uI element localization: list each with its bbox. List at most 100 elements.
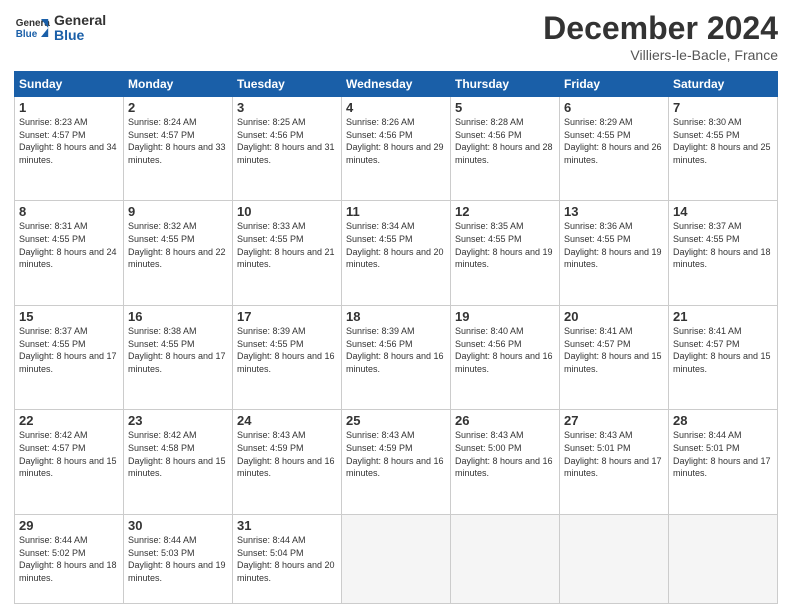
day-number: 1 (19, 100, 119, 115)
calendar-cell: 5 Sunrise: 8:28 AM Sunset: 4:56 PM Dayli… (451, 97, 560, 201)
day-number: 20 (564, 309, 664, 324)
day-info: Sunrise: 8:42 AM Sunset: 4:57 PM Dayligh… (19, 429, 119, 479)
calendar-cell: 26 Sunrise: 8:43 AM Sunset: 5:00 PM Dayl… (451, 410, 560, 514)
month-title: December 2024 (543, 10, 778, 47)
day-number: 28 (673, 413, 773, 428)
calendar-cell (560, 514, 669, 603)
logo: General Blue General Blue (14, 10, 106, 46)
calendar-cell: 13 Sunrise: 8:36 AM Sunset: 4:55 PM Dayl… (560, 201, 669, 305)
day-number: 8 (19, 204, 119, 219)
day-info: Sunrise: 8:23 AM Sunset: 4:57 PM Dayligh… (19, 116, 119, 166)
calendar-cell: 24 Sunrise: 8:43 AM Sunset: 4:59 PM Dayl… (233, 410, 342, 514)
calendar-cell: 18 Sunrise: 8:39 AM Sunset: 4:56 PM Dayl… (342, 305, 451, 409)
week-row: 15 Sunrise: 8:37 AM Sunset: 4:55 PM Dayl… (15, 305, 778, 409)
calendar-cell: 30 Sunrise: 8:44 AM Sunset: 5:03 PM Dayl… (124, 514, 233, 603)
day-info: Sunrise: 8:39 AM Sunset: 4:56 PM Dayligh… (346, 325, 446, 375)
day-info: Sunrise: 8:44 AM Sunset: 5:02 PM Dayligh… (19, 534, 119, 584)
page-header: General Blue General Blue December 2024 … (14, 10, 778, 63)
day-number: 23 (128, 413, 228, 428)
calendar-cell: 4 Sunrise: 8:26 AM Sunset: 4:56 PM Dayli… (342, 97, 451, 201)
week-row: 1 Sunrise: 8:23 AM Sunset: 4:57 PM Dayli… (15, 97, 778, 201)
title-block: December 2024 Villiers-le-Bacle, France (543, 10, 778, 63)
day-info: Sunrise: 8:41 AM Sunset: 4:57 PM Dayligh… (564, 325, 664, 375)
day-number: 13 (564, 204, 664, 219)
day-info: Sunrise: 8:33 AM Sunset: 4:55 PM Dayligh… (237, 220, 337, 270)
day-number: 29 (19, 518, 119, 533)
day-number: 24 (237, 413, 337, 428)
logo-blue: Blue (54, 28, 106, 43)
day-info: Sunrise: 8:43 AM Sunset: 5:00 PM Dayligh… (455, 429, 555, 479)
calendar-cell: 11 Sunrise: 8:34 AM Sunset: 4:55 PM Dayl… (342, 201, 451, 305)
calendar-cell: 21 Sunrise: 8:41 AM Sunset: 4:57 PM Dayl… (669, 305, 778, 409)
calendar-cell: 14 Sunrise: 8:37 AM Sunset: 4:55 PM Dayl… (669, 201, 778, 305)
day-info: Sunrise: 8:40 AM Sunset: 4:56 PM Dayligh… (455, 325, 555, 375)
day-number: 4 (346, 100, 446, 115)
col-wednesday: Wednesday (342, 72, 451, 97)
day-info: Sunrise: 8:43 AM Sunset: 4:59 PM Dayligh… (237, 429, 337, 479)
day-info: Sunrise: 8:34 AM Sunset: 4:55 PM Dayligh… (346, 220, 446, 270)
day-info: Sunrise: 8:44 AM Sunset: 5:01 PM Dayligh… (673, 429, 773, 479)
day-number: 12 (455, 204, 555, 219)
calendar-cell: 22 Sunrise: 8:42 AM Sunset: 4:57 PM Dayl… (15, 410, 124, 514)
col-tuesday: Tuesday (233, 72, 342, 97)
day-number: 26 (455, 413, 555, 428)
calendar-table: Sunday Monday Tuesday Wednesday Thursday… (14, 71, 778, 604)
day-info: Sunrise: 8:28 AM Sunset: 4:56 PM Dayligh… (455, 116, 555, 166)
day-info: Sunrise: 8:42 AM Sunset: 4:58 PM Dayligh… (128, 429, 228, 479)
calendar-cell: 9 Sunrise: 8:32 AM Sunset: 4:55 PM Dayli… (124, 201, 233, 305)
logo-icon: General Blue (14, 10, 50, 46)
calendar-page: General Blue General Blue December 2024 … (0, 0, 792, 612)
svg-text:Blue: Blue (16, 29, 38, 40)
calendar-cell: 7 Sunrise: 8:30 AM Sunset: 4:55 PM Dayli… (669, 97, 778, 201)
day-info: Sunrise: 8:38 AM Sunset: 4:55 PM Dayligh… (128, 325, 228, 375)
logo-general: General (54, 13, 106, 28)
calendar-cell: 10 Sunrise: 8:33 AM Sunset: 4:55 PM Dayl… (233, 201, 342, 305)
week-row: 8 Sunrise: 8:31 AM Sunset: 4:55 PM Dayli… (15, 201, 778, 305)
calendar-cell: 23 Sunrise: 8:42 AM Sunset: 4:58 PM Dayl… (124, 410, 233, 514)
location: Villiers-le-Bacle, France (543, 47, 778, 63)
calendar-cell: 16 Sunrise: 8:38 AM Sunset: 4:55 PM Dayl… (124, 305, 233, 409)
day-number: 7 (673, 100, 773, 115)
day-info: Sunrise: 8:44 AM Sunset: 5:03 PM Dayligh… (128, 534, 228, 584)
calendar-cell: 1 Sunrise: 8:23 AM Sunset: 4:57 PM Dayli… (15, 97, 124, 201)
calendar-cell: 27 Sunrise: 8:43 AM Sunset: 5:01 PM Dayl… (560, 410, 669, 514)
day-info: Sunrise: 8:37 AM Sunset: 4:55 PM Dayligh… (19, 325, 119, 375)
col-monday: Monday (124, 72, 233, 97)
calendar-cell: 6 Sunrise: 8:29 AM Sunset: 4:55 PM Dayli… (560, 97, 669, 201)
day-info: Sunrise: 8:32 AM Sunset: 4:55 PM Dayligh… (128, 220, 228, 270)
day-number: 18 (346, 309, 446, 324)
day-number: 22 (19, 413, 119, 428)
day-number: 15 (19, 309, 119, 324)
day-number: 21 (673, 309, 773, 324)
day-number: 27 (564, 413, 664, 428)
calendar-cell: 17 Sunrise: 8:39 AM Sunset: 4:55 PM Dayl… (233, 305, 342, 409)
day-info: Sunrise: 8:43 AM Sunset: 5:01 PM Dayligh… (564, 429, 664, 479)
col-thursday: Thursday (451, 72, 560, 97)
day-number: 9 (128, 204, 228, 219)
day-number: 11 (346, 204, 446, 219)
calendar-cell (451, 514, 560, 603)
calendar-cell: 8 Sunrise: 8:31 AM Sunset: 4:55 PM Dayli… (15, 201, 124, 305)
calendar-cell: 25 Sunrise: 8:43 AM Sunset: 4:59 PM Dayl… (342, 410, 451, 514)
day-info: Sunrise: 8:30 AM Sunset: 4:55 PM Dayligh… (673, 116, 773, 166)
calendar-cell: 12 Sunrise: 8:35 AM Sunset: 4:55 PM Dayl… (451, 201, 560, 305)
week-row: 22 Sunrise: 8:42 AM Sunset: 4:57 PM Dayl… (15, 410, 778, 514)
day-info: Sunrise: 8:35 AM Sunset: 4:55 PM Dayligh… (455, 220, 555, 270)
day-info: Sunrise: 8:29 AM Sunset: 4:55 PM Dayligh… (564, 116, 664, 166)
day-number: 19 (455, 309, 555, 324)
day-number: 31 (237, 518, 337, 533)
day-number: 17 (237, 309, 337, 324)
day-number: 5 (455, 100, 555, 115)
day-number: 25 (346, 413, 446, 428)
day-info: Sunrise: 8:25 AM Sunset: 4:56 PM Dayligh… (237, 116, 337, 166)
day-info: Sunrise: 8:26 AM Sunset: 4:56 PM Dayligh… (346, 116, 446, 166)
week-row: 29 Sunrise: 8:44 AM Sunset: 5:02 PM Dayl… (15, 514, 778, 603)
col-friday: Friday (560, 72, 669, 97)
calendar-cell (342, 514, 451, 603)
days-of-week-row: Sunday Monday Tuesday Wednesday Thursday… (15, 72, 778, 97)
day-info: Sunrise: 8:44 AM Sunset: 5:04 PM Dayligh… (237, 534, 337, 584)
day-number: 30 (128, 518, 228, 533)
col-saturday: Saturday (669, 72, 778, 97)
day-number: 14 (673, 204, 773, 219)
day-info: Sunrise: 8:39 AM Sunset: 4:55 PM Dayligh… (237, 325, 337, 375)
